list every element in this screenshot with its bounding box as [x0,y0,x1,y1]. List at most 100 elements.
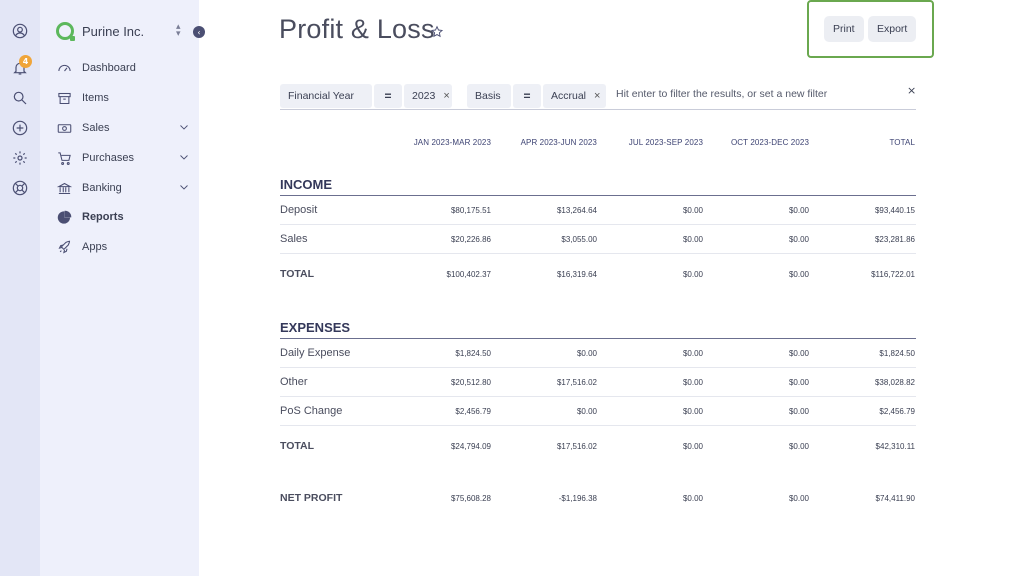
filter-field-chip[interactable]: Basis [467,84,511,108]
table-cell: $0.00 [682,442,703,451]
column-header: JUL 2023-SEP 2023 [628,138,703,147]
table-cell: $93,440.15 [874,206,915,215]
archive-icon [56,90,72,106]
table-cell: $24,794.09 [450,442,491,451]
table-cell: $1,824.50 [879,349,915,358]
chevron-updown-icon[interactable]: ▴ ▾ [176,23,181,39]
table-cell: $0.00 [788,349,809,358]
chevron-down-icon[interactable] [178,181,190,193]
gear-icon[interactable] [11,149,29,167]
sidebar-item-items[interactable]: Items [56,87,190,109]
page-title: Profit & Loss [279,14,435,44]
star-icon[interactable] [430,24,444,38]
remove-filter-icon[interactable]: × [594,90,600,102]
table-row: Other $20,512.80 $17,516.02 $0.00 $0.00 … [280,368,916,397]
table-cell: $13,264.64 [556,206,597,215]
filter-value-label: Accrual [551,90,587,102]
filter-field-label: Basis [475,90,501,102]
table-cell: $0.00 [682,349,703,358]
row-label: Other [280,376,308,388]
table-cell: $0.00 [682,407,703,416]
search-icon[interactable] [11,89,29,107]
table-cell: $0.00 [682,270,703,279]
sidebar-item-purchases[interactable]: Purchases [56,147,190,169]
sidebar-item-label: Apps [82,241,108,253]
row-label: Sales [280,233,308,245]
filter-value-chip[interactable]: 2023 × [404,84,452,108]
table-cell: $3,055.00 [561,235,597,244]
table-cell: -$1,196.38 [558,494,597,503]
column-header: APR 2023-JUN 2023 [520,138,597,147]
sidebar-item-reports[interactable]: Reports [56,206,190,228]
user-profile-icon[interactable] [11,22,29,40]
table-cell: $100,402.37 [446,270,492,279]
table-cell: $20,226.86 [450,235,491,244]
org-switcher[interactable]: Purine Inc. [56,20,206,42]
sidebar-item-dashboard[interactable]: Dashboard [56,57,190,79]
table-cell: $0.00 [788,407,809,416]
table-cell: $42,310.11 [875,442,915,451]
chevron-down-icon[interactable] [178,151,190,163]
table-cell: $2,456.79 [455,407,491,416]
sidebar-item-label: Dashboard [82,62,136,74]
table-cell: $23,281.86 [874,235,915,244]
table-cell: $17,516.02 [556,442,597,451]
table-cell: $0.00 [682,494,703,503]
sidebar-item-banking[interactable]: Banking [56,177,190,199]
export-button[interactable]: Export [868,16,917,42]
collapse-sidebar-button[interactable]: ‹ [193,26,205,38]
sidebar-item-label: Reports [82,211,124,223]
chevron-down-icon[interactable] [178,121,190,133]
filter-value-chip[interactable]: Accrual × [543,84,606,108]
table-cell: $38,028.82 [874,378,915,387]
row-label: Deposit [280,204,318,216]
sidebar-item-apps[interactable]: Apps [56,236,190,258]
filter-operator-chip[interactable]: = [513,84,541,108]
table-row: Sales $20,226.86 $3,055.00 $0.00 $0.00 $… [280,225,916,254]
table-cell: $1,824.50 [455,349,491,358]
table-cell: $0.00 [682,206,703,215]
dashboard-icon [56,60,72,76]
filter-field-label: Financial Year [288,90,354,102]
sales-icon [56,120,72,136]
table-cell: $0.00 [788,378,809,387]
notification-badge: 4 [19,55,32,68]
app-logo [56,22,75,41]
table-cell: $0.00 [788,270,809,279]
help-lifebuoy-icon[interactable] [11,179,29,197]
equals-operator: = [523,89,531,103]
pie-chart-icon [56,209,72,225]
table-cell: $116,722.01 [871,270,915,279]
sidebar-item-label: Purchases [82,152,134,164]
sidebar-item-label: Items [82,92,109,104]
add-circle-icon[interactable] [11,119,29,137]
table-cell: $17,516.02 [556,378,597,387]
table-cell: $0.00 [682,378,703,387]
table-cell: $16,319.64 [556,270,597,279]
print-button[interactable]: Print [824,16,864,42]
table-cell: $0.00 [576,407,597,416]
row-label: PoS Change [280,405,343,417]
table-row: PoS Change $2,456.79 $0.00 $0.00 $0.00 $… [280,397,916,426]
section-title-expenses: EXPENSES [280,320,351,335]
table-cell: $0.00 [788,206,809,215]
filter-bar: Financial Year = 2023 × Basis = Accrual × … [280,82,916,110]
remove-filter-icon[interactable]: × [443,90,449,102]
sidebar: Purine Inc. ▴ ▾ Dashboard Items Sales Pur… [40,0,199,576]
filter-operator-chip[interactable]: = [374,84,402,108]
filter-input[interactable] [616,88,896,100]
clear-filters-icon[interactable]: × [907,84,916,97]
table-cell: $75,608.28 [450,494,491,503]
sidebar-item-sales[interactable]: Sales [56,117,190,139]
table-cell: $0.00 [576,349,597,358]
org-name: Purine Inc. [82,23,145,39]
net-profit-row: NET PROFIT $75,608.28 -$1,196.38 $0.00 $… [280,484,916,513]
equals-operator: = [384,89,392,103]
column-header: OCT 2023-DEC 2023 [730,138,809,147]
filter-field-chip[interactable]: Financial Year [280,84,372,108]
column-header: JAN 2023-MAR 2023 [413,138,491,147]
bank-icon [56,180,72,196]
filter-value-label: 2023 [412,90,436,102]
table-cell: $0.00 [788,442,809,451]
table-total-row: TOTAL $100,402.37 $16,319.64 $0.00 $0.00… [280,260,916,289]
